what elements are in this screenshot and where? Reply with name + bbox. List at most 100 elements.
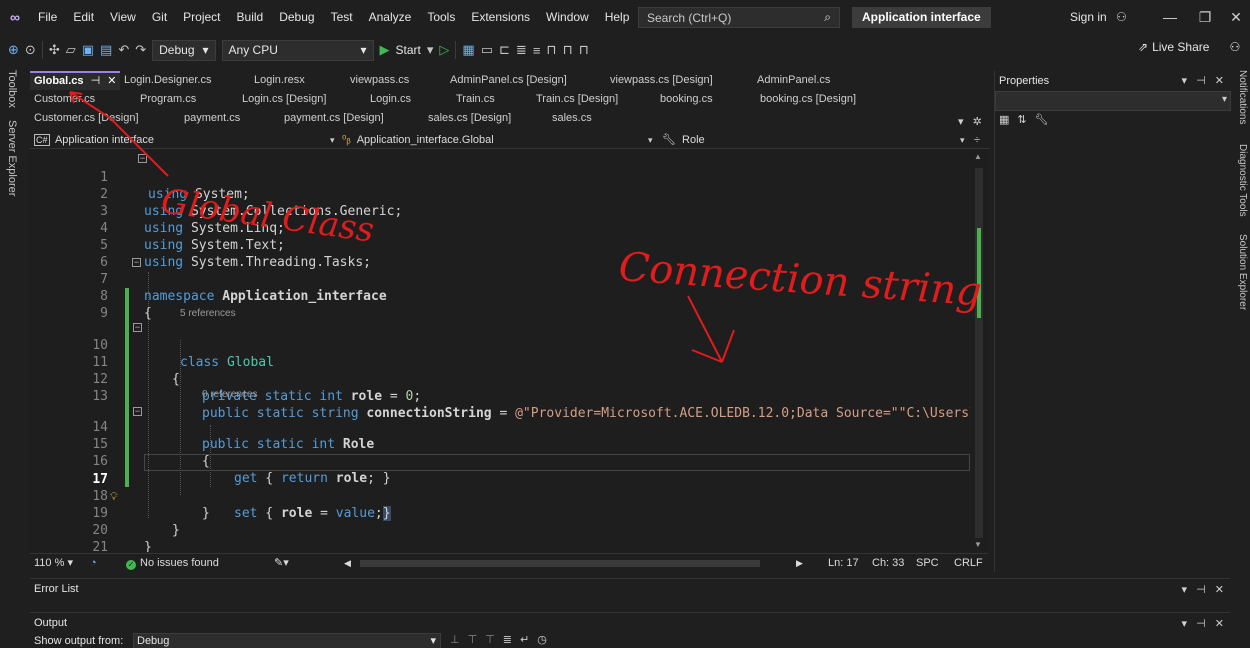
- horizontal-scrollbar[interactable]: [360, 560, 760, 567]
- issues-indicator[interactable]: ✓ No issues found: [126, 554, 219, 573]
- scroll-left-icon[interactable]: ◀: [344, 554, 351, 573]
- categorized-icon[interactable]: ▦: [999, 113, 1009, 126]
- close-icon[interactable]: ✕: [107, 75, 116, 87]
- platform-select[interactable]: Any CPU ▾: [221, 39, 374, 61]
- column-indicator[interactable]: Ch: 33: [872, 554, 904, 573]
- tab-login-cs[interactable]: Login.cs: [366, 90, 415, 109]
- pin-icon[interactable]: ⊣: [1196, 618, 1206, 630]
- save-all-icon[interactable]: ▤: [100, 42, 112, 58]
- scroll-up-icon[interactable]: ▲: [974, 152, 982, 161]
- tab-viewpass-cs[interactable]: viewpass.cs: [346, 71, 413, 90]
- menu-help[interactable]: Help: [597, 0, 638, 34]
- tab-login-design[interactable]: Login.cs [Design]: [238, 90, 330, 109]
- close-icon[interactable]: ✕: [1215, 75, 1224, 87]
- menu-edit[interactable]: Edit: [65, 0, 102, 34]
- properties-object-select[interactable]: ▾: [995, 91, 1231, 111]
- tab-login-resx[interactable]: Login.resx: [250, 71, 309, 90]
- scroll-down-icon[interactable]: ▼: [974, 540, 982, 549]
- toolbox-side-tab[interactable]: Toolbox: [6, 70, 18, 108]
- close-icon[interactable]: ✕: [1215, 618, 1224, 630]
- code-editor[interactable]: − − − − 1 using System; 2 using System.C…: [30, 150, 988, 552]
- search-input[interactable]: Search (Ctrl+Q) ⌕: [638, 7, 840, 28]
- find-message-icon[interactable]: ⊥: [450, 633, 460, 646]
- visual-studio-logo-icon[interactable]: ∞: [0, 0, 30, 34]
- start-icon[interactable]: ▶: [380, 42, 390, 58]
- open-file-icon[interactable]: ▱: [66, 42, 76, 58]
- tab-adminpanel-cs[interactable]: AdminPanel.cs: [753, 71, 834, 90]
- undo-icon[interactable]: ↶: [118, 42, 129, 58]
- brush-icon[interactable]: ✎▾: [274, 554, 289, 573]
- close-button[interactable]: ✕: [1216, 0, 1250, 34]
- property-pages-icon[interactable]: 🔧︎: [1035, 113, 1049, 126]
- menu-debug[interactable]: Debug: [271, 0, 322, 34]
- start-button[interactable]: Start: [396, 43, 421, 57]
- chevron-down-icon[interactable]: ▾: [1182, 584, 1188, 596]
- vertical-scrollbar[interactable]: ▲ ▼: [970, 150, 988, 552]
- server-explorer-side-tab[interactable]: Server Explorer: [6, 120, 18, 196]
- menu-file[interactable]: File: [30, 0, 65, 34]
- align-icon[interactable]: ⊏: [499, 42, 510, 58]
- configuration-select[interactable]: Debug ▾: [152, 39, 216, 61]
- word-wrap-icon[interactable]: ↵: [520, 633, 529, 646]
- menu-project[interactable]: Project: [175, 0, 228, 34]
- start-without-debugging-icon[interactable]: ▷: [439, 42, 449, 58]
- clear-all-icon[interactable]: ≣: [503, 633, 512, 646]
- menu-test[interactable]: Test: [323, 0, 361, 34]
- pin-icon[interactable]: ⊣: [1196, 584, 1206, 596]
- previous-message-icon[interactable]: ⊤: [468, 633, 478, 646]
- member-dropdown[interactable]: 🔧︎ Role: [662, 132, 705, 149]
- feedback-icon[interactable]: ⚇: [1229, 40, 1240, 54]
- menu-tools[interactable]: Tools: [419, 0, 463, 34]
- scroll-right-icon[interactable]: ▶: [796, 554, 803, 573]
- type-dropdown[interactable]: ⁰ᵦ Application_interface.Global: [342, 132, 494, 149]
- menu-git[interactable]: Git: [144, 0, 175, 34]
- menu-build[interactable]: Build: [229, 0, 272, 34]
- new-project-icon[interactable]: ✣: [49, 42, 60, 58]
- chevron-down-icon[interactable]: ▾: [427, 42, 434, 58]
- chevron-down-icon[interactable]: ▾: [1182, 75, 1188, 87]
- bookmark-icon[interactable]: ⊓: [546, 42, 556, 58]
- chevron-down-icon[interactable]: ▾: [330, 132, 335, 149]
- chevron-down-icon[interactable]: ▾: [960, 132, 965, 149]
- menu-analyze[interactable]: Analyze: [361, 0, 420, 34]
- tab-adminpanel-design[interactable]: AdminPanel.cs [Design]: [446, 71, 571, 90]
- zoom-select[interactable]: 110 % ▾: [34, 554, 73, 573]
- notifications-side-tab[interactable]: Notifications: [1237, 70, 1248, 124]
- menu-view[interactable]: View: [102, 0, 144, 34]
- chevron-down-icon[interactable]: ▾: [958, 116, 964, 128]
- menu-extensions[interactable]: Extensions: [463, 0, 538, 34]
- minimize-button[interactable]: —: [1150, 0, 1190, 34]
- comment-icon[interactable]: ≡: [533, 43, 541, 58]
- close-icon[interactable]: ✕: [1215, 584, 1224, 596]
- layout-icon[interactable]: ▭: [481, 42, 493, 58]
- gear-icon[interactable]: ✲: [973, 116, 982, 128]
- sign-in-link[interactable]: Sign in ⚇: [1070, 0, 1127, 34]
- diagnostics-icon[interactable]: ▦: [462, 42, 474, 58]
- tab-sales-design[interactable]: sales.cs [Design]: [424, 109, 515, 128]
- pin-icon[interactable]: ⊣: [91, 75, 101, 87]
- codelens-references[interactable]: 0 references: [202, 389, 258, 400]
- tab-program-cs[interactable]: Program.cs: [136, 90, 200, 109]
- copilot-icon[interactable]: ◔: [90, 554, 97, 573]
- next-message-icon[interactable]: ⊤: [485, 633, 495, 646]
- solution-explorer-side-tab[interactable]: Solution Explorer: [1237, 234, 1248, 310]
- bookmark-next-icon[interactable]: ⊓: [563, 42, 573, 58]
- line-indicator[interactable]: Ln: 17: [828, 554, 859, 573]
- chevron-down-icon[interactable]: ▾: [1182, 618, 1188, 630]
- save-icon[interactable]: ▣: [82, 42, 94, 58]
- format-icon[interactable]: ≣: [516, 42, 527, 58]
- bookmark-prev-icon[interactable]: ⊓: [579, 42, 589, 58]
- tab-payment-design[interactable]: payment.cs [Design]: [280, 109, 388, 128]
- tab-booking-design[interactable]: booking.cs [Design]: [756, 90, 860, 109]
- tab-sales-cs[interactable]: sales.cs: [548, 109, 596, 128]
- tab-train-cs[interactable]: Train.cs: [452, 90, 499, 109]
- live-share-button[interactable]: ⇗ Live Share ⚇: [1138, 40, 1240, 54]
- line-ending-indicator[interactable]: CRLF: [954, 554, 983, 573]
- navigate-back-icon[interactable]: ⊕: [8, 42, 19, 58]
- whitespace-indicator[interactable]: SPC: [916, 554, 939, 573]
- redo-icon[interactable]: ↷: [135, 42, 146, 58]
- project-dropdown[interactable]: C# Application interface: [34, 132, 154, 149]
- diagnostic-tools-side-tab[interactable]: Diagnostic Tools: [1237, 144, 1248, 217]
- alphabetical-icon[interactable]: ⇅: [1017, 113, 1026, 126]
- chevron-down-icon[interactable]: ▾: [648, 132, 653, 149]
